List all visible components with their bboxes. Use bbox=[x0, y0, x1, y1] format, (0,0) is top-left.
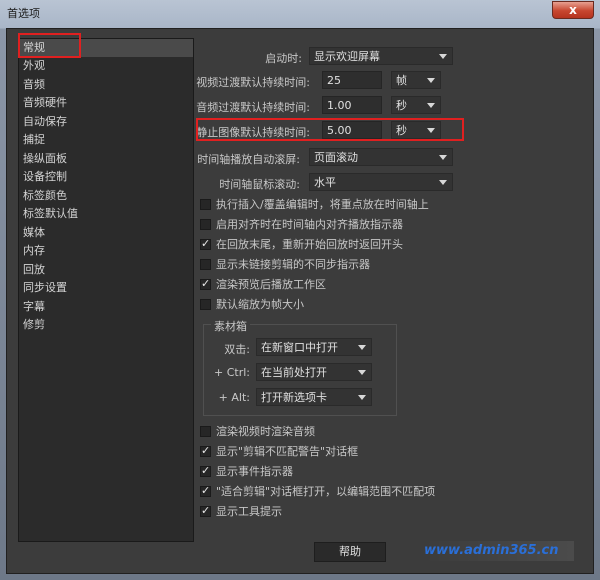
still-image-label: 静止图像默认持续时间: bbox=[196, 126, 310, 139]
checkbox-label: 执行插入/覆盖编辑时，将重点放在时间轴上 bbox=[216, 198, 429, 211]
sidebar-item-titler[interactable]: 字幕 bbox=[19, 298, 193, 316]
checkbox-label: 显示工具提示 bbox=[216, 505, 282, 518]
chevron-down-icon bbox=[427, 103, 435, 108]
timeline-scroll-value: 页面滚动 bbox=[314, 151, 358, 164]
still-image-unit-dropdown[interactable]: 秒 bbox=[391, 121, 441, 139]
audio-transition-unit-dropdown[interactable]: 秒 bbox=[391, 96, 441, 114]
checkbox-label: 在回放末尾，重新开始回放时返回开头 bbox=[216, 238, 403, 251]
ctrl-value: 在当前处打开 bbox=[261, 366, 327, 379]
checkbox-checked[interactable] bbox=[200, 503, 211, 519]
double-click-dropdown[interactable]: 在新窗口中打开 bbox=[256, 338, 372, 356]
bin-group-title: 素材箱 bbox=[211, 318, 250, 334]
checkbox-checked[interactable] bbox=[200, 276, 211, 292]
ctrl-dropdown[interactable]: 在当前处打开 bbox=[256, 363, 372, 381]
sidebar-item-device-control[interactable]: 设备控制 bbox=[19, 168, 193, 186]
alt-dropdown[interactable]: 打开新选项卡 bbox=[256, 388, 372, 406]
checkbox[interactable] bbox=[200, 219, 211, 230]
close-button[interactable]: x bbox=[552, 1, 594, 19]
sidebar-item-audio[interactable]: 音频 bbox=[19, 76, 193, 94]
checkbox-label: 渲染预览后播放工作区 bbox=[216, 278, 326, 291]
chevron-down-icon bbox=[358, 395, 366, 400]
audio-transition-input[interactable]: 1.00 bbox=[322, 96, 382, 114]
double-click-value: 在新窗口中打开 bbox=[261, 341, 338, 354]
title-bar: 首选项 x bbox=[0, 0, 600, 24]
mouse-scroll-value: 水平 bbox=[314, 176, 336, 189]
sidebar-item-media[interactable]: 媒体 bbox=[19, 224, 193, 242]
category-list: 常规 外观 音频 音频硬件 自动保存 捕捉 操纵面板 设备控制 标签颜色 标签默… bbox=[18, 38, 194, 542]
checkbox[interactable] bbox=[200, 299, 211, 310]
sidebar-item-playback[interactable]: 回放 bbox=[19, 261, 193, 279]
checkbox[interactable] bbox=[200, 259, 211, 270]
chevron-down-icon bbox=[427, 78, 435, 83]
window-title: 首选项 bbox=[7, 7, 40, 20]
startup-label: 启动时: bbox=[265, 52, 302, 65]
timeline-scroll-dropdown[interactable]: 页面滚动 bbox=[309, 148, 453, 166]
audio-transition-unit: 秒 bbox=[396, 99, 407, 112]
checkbox-checked[interactable] bbox=[200, 236, 211, 252]
startup-value: 显示欢迎屏幕 bbox=[314, 50, 380, 63]
chevron-down-icon bbox=[358, 345, 366, 350]
sidebar-item-memory[interactable]: 内存 bbox=[19, 242, 193, 260]
sidebar-item-autosave[interactable]: 自动保存 bbox=[19, 113, 193, 131]
checkbox[interactable] bbox=[200, 199, 211, 210]
sidebar-item-trim[interactable]: 修剪 bbox=[19, 316, 193, 334]
checkbox-checked[interactable] bbox=[200, 463, 211, 479]
mouse-scroll-label: 时间轴鼠标滚动: bbox=[219, 178, 300, 191]
double-click-label: 双击: bbox=[224, 343, 250, 356]
video-transition-unit: 帧 bbox=[396, 74, 407, 87]
checkbox-label: 默认缩放为帧大小 bbox=[216, 298, 304, 311]
startup-dropdown[interactable]: 显示欢迎屏幕 bbox=[309, 47, 453, 65]
checkbox-label: 渲染视频时渲染音频 bbox=[216, 425, 315, 438]
video-transition-input[interactable]: 25 bbox=[322, 71, 382, 89]
audio-transition-label: 音频过渡默认持续时间: bbox=[196, 101, 310, 114]
checkbox-label: 显示事件指示器 bbox=[216, 465, 293, 478]
sidebar-item-label-defaults[interactable]: 标签默认值 bbox=[19, 205, 193, 223]
video-transition-unit-dropdown[interactable]: 帧 bbox=[391, 71, 441, 89]
sidebar-item-capture[interactable]: 捕捉 bbox=[19, 131, 193, 149]
sidebar-item-control-surface[interactable]: 操纵面板 bbox=[19, 150, 193, 168]
chevron-down-icon bbox=[439, 155, 447, 160]
sidebar-item-label-colors[interactable]: 标签颜色 bbox=[19, 187, 193, 205]
chevron-down-icon bbox=[358, 370, 366, 375]
alt-value: 打开新选项卡 bbox=[261, 391, 327, 404]
checkbox[interactable] bbox=[200, 426, 211, 437]
ctrl-label: + Ctrl: bbox=[214, 366, 250, 379]
chevron-down-icon bbox=[439, 180, 447, 185]
sidebar-item-appearance[interactable]: 外观 bbox=[19, 57, 193, 75]
sidebar-item-sync-settings[interactable]: 同步设置 bbox=[19, 279, 193, 297]
checkbox-label: 显示"剪辑不匹配警告"对话框 bbox=[216, 445, 359, 458]
sidebar-item-audio-hardware[interactable]: 音频硬件 bbox=[19, 94, 193, 112]
checkbox-checked[interactable] bbox=[200, 483, 211, 499]
alt-label: + Alt: bbox=[218, 391, 250, 404]
timeline-scroll-label: 时间轴播放自动滚屏: bbox=[197, 153, 300, 166]
checkbox-label: 启用对齐时在时间轴内对齐播放指示器 bbox=[216, 218, 403, 231]
video-transition-label: 视频过渡默认持续时间: bbox=[196, 76, 310, 89]
still-image-input[interactable]: 5.00 bbox=[322, 121, 382, 139]
checkbox-label: "适合剪辑"对话框打开，以编辑范围不匹配项 bbox=[216, 485, 436, 498]
chevron-down-icon bbox=[439, 54, 447, 59]
sidebar-item-general[interactable]: 常规 bbox=[19, 39, 193, 57]
mouse-scroll-dropdown[interactable]: 水平 bbox=[309, 173, 453, 191]
watermark-text: www.admin365.cn bbox=[424, 541, 574, 561]
checkbox-label: 显示未链接剪辑的不同步指示器 bbox=[216, 258, 370, 271]
checkbox-checked[interactable] bbox=[200, 443, 211, 459]
help-button[interactable]: 帮助 bbox=[314, 542, 386, 562]
still-image-unit: 秒 bbox=[396, 124, 407, 137]
chevron-down-icon bbox=[427, 128, 435, 133]
